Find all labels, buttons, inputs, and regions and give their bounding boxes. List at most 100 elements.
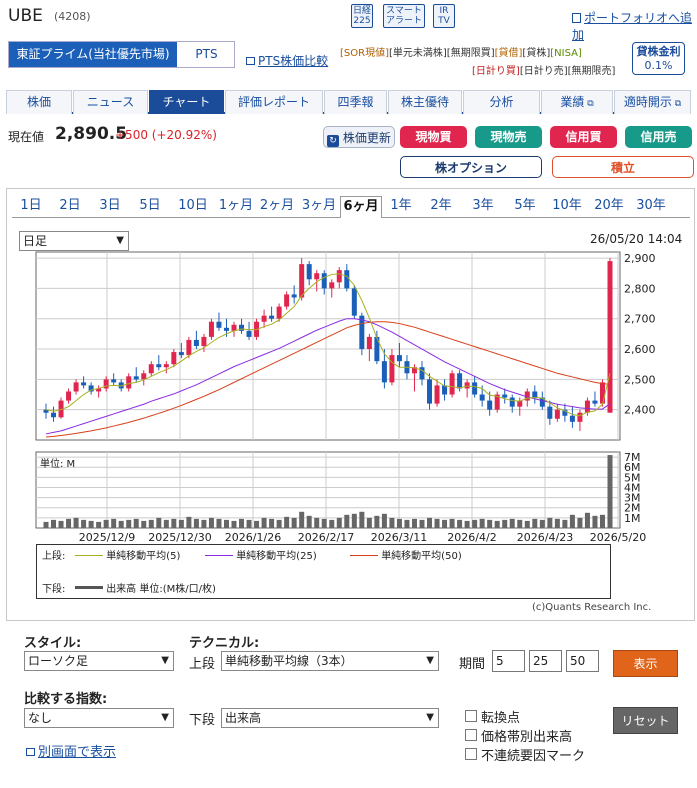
candle-body	[284, 294, 290, 307]
candle-body	[569, 415, 575, 422]
volume-bar	[239, 518, 245, 528]
volume-bar	[434, 518, 440, 528]
candle-body	[81, 382, 87, 386]
volume-bar	[208, 517, 214, 528]
style-select[interactable]: ローソク足 ▼	[24, 651, 174, 671]
x-axis-label: 2026/5/20	[590, 531, 646, 544]
chevron-down-icon: ▼	[161, 712, 169, 723]
volume-bar	[103, 519, 109, 528]
candle-body	[51, 412, 57, 418]
volume-bar	[261, 517, 267, 528]
volume-bar	[156, 517, 162, 528]
volume-bar	[276, 519, 282, 528]
volume-bar	[269, 518, 275, 528]
volume-bar	[457, 519, 463, 528]
candle-body	[156, 364, 162, 368]
candle-body	[389, 355, 395, 383]
period-input-2[interactable]: 25	[529, 650, 562, 672]
reset-button[interactable]: リセット	[613, 707, 678, 734]
discontinuity-mark-checkbox[interactable]	[465, 748, 477, 760]
volume-bar	[171, 518, 177, 528]
candle-body	[291, 294, 297, 298]
x-axis-label: 2026/2/17	[298, 531, 354, 544]
candle-body	[73, 382, 79, 392]
volume-bar	[329, 519, 335, 528]
candle-body	[269, 315, 275, 319]
compare-select[interactable]: なし ▼	[24, 708, 174, 728]
volume-plot-area	[35, 451, 621, 529]
volume-bar	[532, 518, 538, 528]
legend-ma50-label: 単純移動平均(50)	[381, 551, 462, 562]
candle-body	[419, 367, 425, 380]
x-axis-label: 2026/3/11	[371, 531, 427, 544]
candle-body	[351, 288, 357, 316]
candle-body	[141, 373, 147, 380]
volume-bar	[381, 513, 387, 528]
candle-body	[178, 352, 184, 356]
compare-label: 比較する指数:	[24, 692, 108, 707]
volume-bar	[464, 520, 470, 528]
candle-body	[464, 382, 470, 389]
legend-swatch	[205, 555, 233, 556]
candle-body	[261, 315, 267, 322]
price-tick-label: 2,800	[624, 282, 656, 295]
volume-bar	[314, 517, 320, 528]
legend-ma5-label: 単純移動平均(5)	[106, 551, 181, 562]
period-input-3[interactable]: 50	[566, 650, 599, 672]
price-tick-label: 2,700	[624, 313, 656, 326]
candle-body	[442, 385, 448, 395]
volume-bar	[344, 514, 350, 528]
price-plot-area	[35, 251, 621, 441]
candle-body	[592, 400, 598, 404]
candle-body	[314, 273, 320, 280]
candle-body	[449, 373, 455, 395]
turning-point-checkbox[interactable]	[465, 710, 477, 722]
candle-body	[487, 400, 493, 410]
volume-bar	[336, 517, 342, 528]
volume-bar	[216, 518, 222, 528]
compare-select-value: なし	[28, 711, 53, 725]
volume-bar	[96, 521, 102, 528]
volume-bar	[427, 517, 433, 528]
candle-body	[208, 321, 214, 337]
volume-bar	[201, 519, 207, 528]
upper-technical-select[interactable]: 単純移動平均線（3本） ▼	[221, 651, 439, 671]
volume-bar	[178, 519, 184, 528]
lower-label: 下段	[189, 713, 216, 728]
period-input-1[interactable]: 5	[492, 650, 525, 672]
candle-body	[133, 376, 139, 380]
volume-bar	[291, 517, 297, 528]
legend-ma25: 単純移動平均(25)	[205, 547, 317, 562]
legend-volume: 出来高 単位:(M株/口/枚)	[75, 580, 216, 595]
lower-technical-select[interactable]: 出来高 ▼	[221, 708, 439, 728]
volume-bar	[246, 519, 252, 528]
volume-bar	[517, 519, 523, 528]
price-grid	[35, 251, 621, 441]
volume-bar	[231, 520, 237, 528]
candle-body	[607, 261, 613, 413]
legend-ma50: 単純移動平均(50)	[350, 547, 462, 562]
volume-unit-label: 単位: M	[40, 459, 76, 470]
candle-body	[246, 330, 252, 337]
open-separate-window-link[interactable]: 別画面で表示	[26, 741, 116, 760]
x-axis-label: 2025/12/9	[79, 531, 135, 544]
show-button[interactable]: 表示	[613, 650, 678, 677]
chart-credit: (c)Quants Research Inc.	[532, 602, 652, 613]
candle-body	[599, 382, 605, 404]
volume-grid	[35, 451, 621, 529]
volume-tick-label: 1M	[624, 512, 641, 525]
price-tick-label: 2,400	[624, 404, 656, 417]
candle-body	[381, 361, 387, 383]
candle-body	[502, 394, 508, 398]
turning-point-label: 転換点	[481, 711, 521, 726]
volume-bar	[163, 519, 169, 528]
volume-bar	[554, 518, 560, 528]
style-label: スタイル:	[24, 636, 82, 651]
volume-bar	[223, 519, 229, 528]
volume-bar	[374, 515, 380, 528]
candle-body	[584, 400, 590, 413]
volume-bar	[404, 519, 410, 528]
volume-by-price-checkbox[interactable]	[465, 729, 477, 741]
x-axis-label: 2026/4/2	[447, 531, 496, 544]
volume-bar	[389, 517, 395, 528]
